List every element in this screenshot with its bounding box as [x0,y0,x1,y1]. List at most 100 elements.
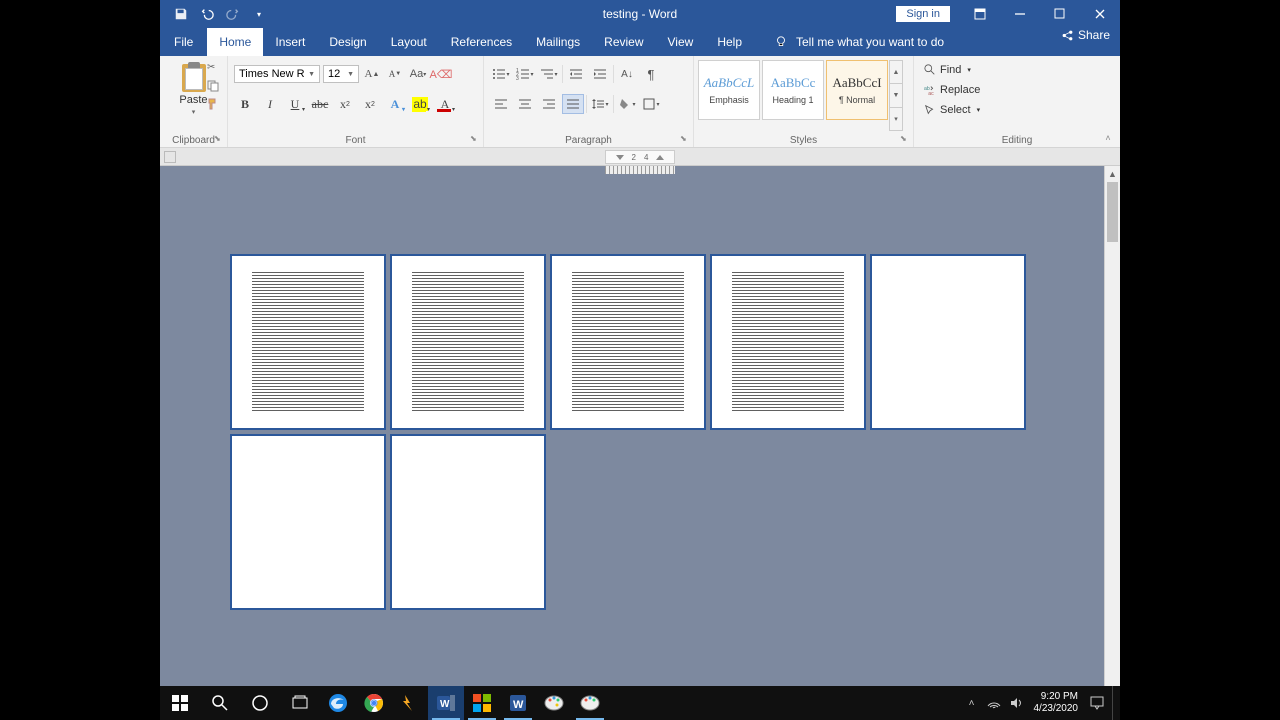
cut-icon[interactable]: ✂ [207,62,223,76]
bullets-icon[interactable]: ▾ [490,64,512,84]
justify-icon[interactable] [562,94,584,114]
style-heading1[interactable]: AaBbCc Heading 1 [762,60,824,120]
style-emphasis[interactable]: AaBbCcL Emphasis [698,60,760,120]
save-icon[interactable] [170,3,192,25]
text-effects-icon[interactable]: A▾ [384,94,406,114]
styles-gallery-more[interactable]: ▲▼▾ [889,60,903,131]
clipboard-launcher-icon[interactable]: ⬊ [214,134,224,144]
taskbar-app-paint2[interactable] [572,686,608,720]
font-color-icon[interactable]: A▾ [434,94,456,114]
page-thumb[interactable] [390,434,546,610]
show-desktop-button[interactable] [1112,686,1116,720]
undo-icon[interactable] [196,3,218,25]
multilevel-list-icon[interactable]: ▾ [538,64,560,84]
paragraph-launcher-icon[interactable]: ⬊ [680,134,690,144]
tab-view[interactable]: View [656,28,706,56]
page-thumb[interactable] [870,254,1026,430]
font-name-combo[interactable]: Times New R▼ [234,65,320,83]
align-center-icon[interactable] [514,94,536,114]
page-thumb[interactable] [230,254,386,430]
tab-help[interactable]: Help [705,28,754,56]
subscript-button[interactable]: x2 [334,94,356,114]
underline-button[interactable]: U▾ [284,94,306,114]
align-right-icon[interactable] [538,94,560,114]
vertical-scrollbar[interactable]: ▲ [1104,166,1120,698]
clear-formatting-icon[interactable]: A⌫ [431,64,451,84]
align-left-icon[interactable] [490,94,512,114]
shrink-font-icon[interactable]: A▼ [385,64,405,84]
styles-launcher-icon[interactable]: ⬊ [900,134,910,144]
tell-me-search[interactable]: Tell me what you want to do [774,28,944,56]
tab-design[interactable]: Design [317,28,378,56]
task-view-icon[interactable] [280,686,320,720]
share-button[interactable]: Share [1061,28,1110,42]
volume-icon[interactable] [1008,695,1024,711]
shading-icon[interactable]: ▾ [616,94,638,114]
italic-button[interactable]: I [259,94,281,114]
first-line-indent-icon[interactable] [616,155,624,160]
grow-font-icon[interactable]: A▲ [362,64,382,84]
taskbar-app-chrome[interactable] [356,686,392,720]
taskbar-app-paint[interactable] [536,686,572,720]
tray-expand-icon[interactable]: ˄ [964,695,980,711]
page-thumb[interactable] [710,254,866,430]
ribbon-display-options-icon[interactable] [960,0,1000,28]
numbering-icon[interactable]: 123▾ [514,64,536,84]
styles-gallery: AaBbCcL Emphasis AaBbCc Heading 1 AaBbCc… [698,60,888,131]
font-size-combo[interactable]: 12▼ [323,65,359,83]
format-painter-icon[interactable] [207,98,223,112]
bold-button[interactable]: B [234,94,256,114]
maximize-icon[interactable] [1040,0,1080,28]
line-spacing-icon[interactable]: ▾ [589,94,611,114]
page-thumb[interactable] [550,254,706,430]
collapse-ribbon-icon[interactable]: ˄ [1100,131,1116,145]
page-thumb[interactable] [230,434,386,610]
start-button[interactable] [160,686,200,720]
taskbar-app-winamp[interactable] [392,686,428,720]
highlight-color-icon[interactable]: ab▾ [409,94,431,114]
document-canvas[interactable]: ▲ [160,166,1120,698]
font-launcher-icon[interactable]: ⬊ [470,134,480,144]
cortana-icon[interactable] [240,686,280,720]
replace-button[interactable]: abac Replace [920,80,1114,100]
sort-icon[interactable]: A↓ [616,64,638,84]
scroll-thumb[interactable] [1107,182,1118,242]
page-thumb[interactable] [390,254,546,430]
scroll-up-icon[interactable]: ▲ [1105,166,1120,182]
network-icon[interactable] [986,695,1002,711]
taskbar-app-windowsapp[interactable] [464,686,500,720]
increase-indent-icon[interactable] [589,64,611,84]
borders-icon[interactable]: ▾ [640,94,662,114]
minimize-icon[interactable] [1000,0,1040,28]
tab-references[interactable]: References [439,28,524,56]
tab-insert[interactable]: Insert [263,28,317,56]
sign-in-button[interactable]: Sign in [896,6,950,22]
taskbar-app-word[interactable]: W [428,686,464,720]
search-icon[interactable] [200,686,240,720]
find-button[interactable]: Find▾ [920,60,1114,80]
tab-review[interactable]: Review [592,28,655,56]
style-normal[interactable]: AaBbCcI ¶ Normal [826,60,888,120]
tab-mailings[interactable]: Mailings [524,28,592,56]
customize-qat-icon[interactable]: ▾ [248,3,270,25]
select-button[interactable]: Select▾ [920,100,1114,120]
close-icon[interactable] [1080,0,1120,28]
copy-icon[interactable] [207,80,223,94]
tab-layout[interactable]: Layout [379,28,439,56]
cursor-icon [924,104,936,116]
tab-selector-icon[interactable] [164,151,176,163]
action-center-icon[interactable] [1088,694,1106,712]
redo-icon[interactable] [222,3,244,25]
change-case-icon[interactable]: Aa▾ [408,64,428,84]
horizontal-ruler[interactable]: 2 4 [605,150,675,164]
taskbar-app-edge[interactable] [320,686,356,720]
system-clock[interactable]: 9:20 PM 4/23/2020 [1030,691,1083,715]
show-marks-icon[interactable]: ¶ [640,64,662,84]
strikethrough-button[interactable]: abc [309,94,331,114]
taskbar-app-word2[interactable]: W [500,686,536,720]
tab-home[interactable]: Home [207,28,263,56]
decrease-indent-icon[interactable] [565,64,587,84]
superscript-button[interactable]: x2 [359,94,381,114]
tab-file[interactable]: File [160,28,207,56]
hanging-indent-icon[interactable] [656,155,664,160]
